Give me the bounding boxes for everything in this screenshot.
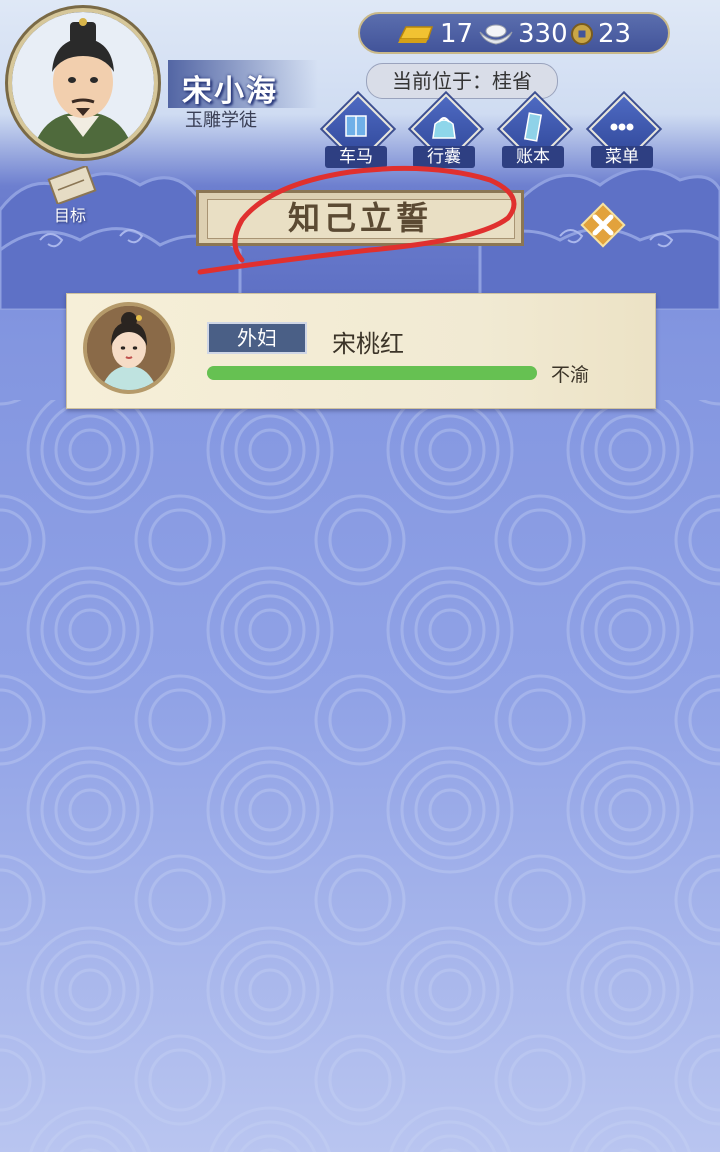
location-label: 当前位于：桂省	[366, 63, 558, 99]
gold-amount: 17	[440, 19, 474, 49]
silver-amount: 330	[518, 19, 568, 49]
coin-amount: 23	[598, 19, 632, 49]
menu-label: 菜单	[591, 146, 653, 168]
player-avatar[interactable]	[8, 8, 158, 158]
currency-bar: 17 330 23	[358, 12, 670, 54]
npc-avatar	[83, 302, 175, 394]
menu-button[interactable]: 菜单	[585, 93, 660, 172]
mood-label: 不渝	[551, 364, 590, 386]
close-button[interactable]	[578, 200, 628, 250]
affection-bar	[207, 366, 537, 380]
close-icon	[580, 202, 626, 248]
affection-bar-fill	[207, 366, 537, 380]
more-icon	[610, 123, 634, 131]
player-name: 宋小海	[182, 74, 278, 109]
relation-badge: 外妇	[207, 322, 307, 354]
player-title: 玉雕学徒	[185, 110, 257, 131]
annotation-circle	[197, 165, 517, 275]
coin-counter: 23	[570, 19, 631, 49]
copper-coin-icon	[571, 23, 593, 45]
goal-button[interactable]: 目标	[44, 164, 110, 226]
silver-counter: 330	[478, 19, 568, 49]
character-card[interactable]: 外妇 宋桃红 不渝	[66, 293, 656, 409]
player-portrait-icon	[12, 12, 154, 154]
silver-ingot-icon	[479, 24, 513, 45]
gold-counter: 17	[396, 19, 473, 49]
npc-name: 宋桃红	[332, 330, 404, 358]
goal-label: 目标	[54, 206, 87, 225]
scroll-icon	[47, 164, 97, 206]
gold-ingot-icon	[398, 26, 434, 43]
carriage-icon	[345, 115, 367, 137]
bag-icon	[432, 117, 456, 139]
npc-portrait-icon	[87, 306, 171, 390]
ledger-icon	[523, 112, 543, 142]
